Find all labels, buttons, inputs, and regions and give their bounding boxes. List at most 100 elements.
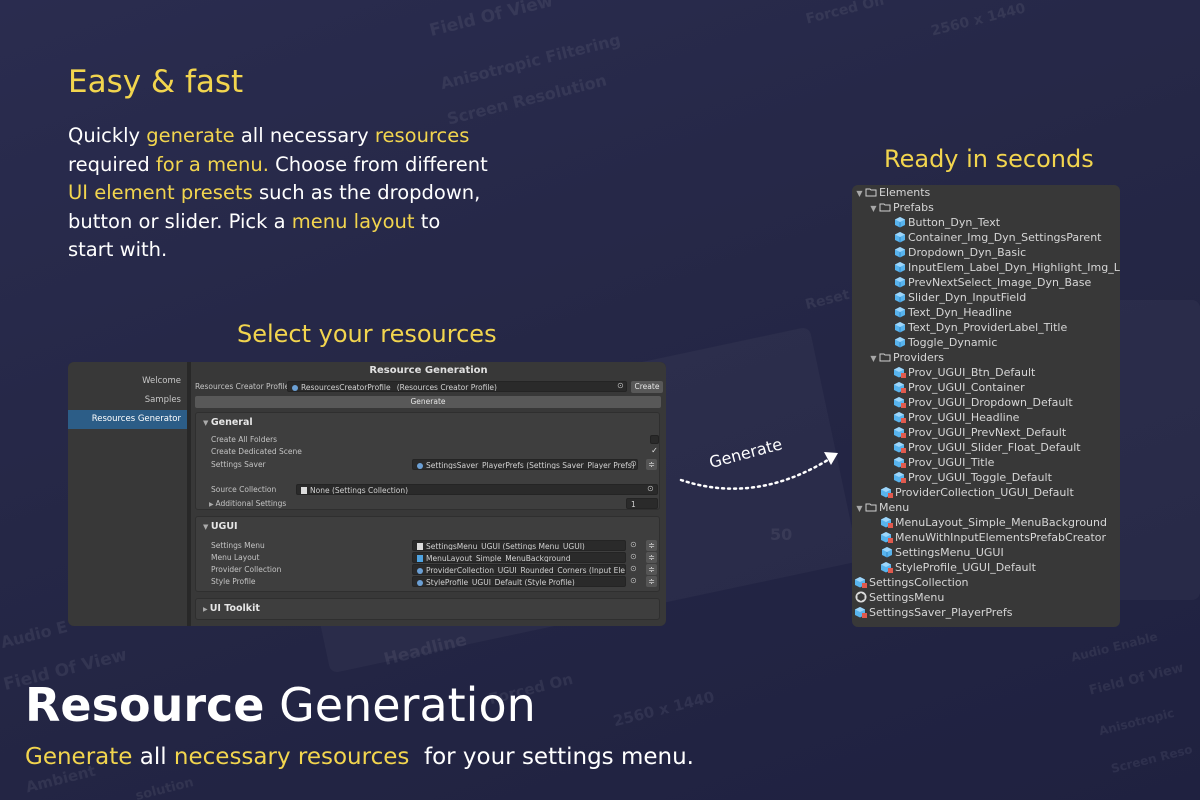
tree-item-prefab[interactable]: Slider_Dyn_InputField	[894, 290, 1026, 305]
style-profile-value: StyleProfile_UGUI_Default (Style Profile…	[426, 578, 575, 587]
file-icon	[417, 543, 423, 550]
tree-label: Elements	[879, 186, 931, 199]
open-folder-icon	[879, 353, 891, 362]
intro-text: all necessary	[234, 124, 375, 147]
additional-settings-foldout[interactable]: ▶ Additional Settings	[209, 499, 286, 508]
tree-item-prefab[interactable]: Button_Dyn_Text	[894, 215, 1000, 230]
editor-main-panel: Resource Generation Resources Creator Pr…	[191, 362, 666, 626]
object-picker-icon[interactable]: ⊙	[630, 552, 637, 561]
options-icon[interactable]: ≑	[646, 552, 657, 563]
intro-highlight: for a menu.	[155, 152, 269, 176]
ugui-section-header[interactable]: ▼ UGUI	[203, 521, 238, 532]
tree-label: PrevNextSelect_Image_Dyn_Base	[908, 276, 1092, 289]
create-all-folders-checkbox[interactable]	[650, 435, 659, 444]
sidebar-item-samples[interactable]: Samples	[68, 391, 187, 410]
provider-collection-field[interactable]: ProviderCollection_UGUI_Rounded_Corners …	[412, 564, 626, 575]
tree-label: Text_Dyn_Headline	[908, 306, 1012, 319]
tree-label: Prov_UGUI_Slider_Float_Default	[908, 441, 1081, 454]
resource-generation-heading: Resource Generation	[25, 678, 536, 732]
tree-item-provider[interactable]: Prov_UGUI_PrevNext_Default	[894, 425, 1066, 440]
prefab-variant-icon	[894, 457, 906, 468]
tree-item-provider[interactable]: Prov_UGUI_Btn_Default	[894, 365, 1035, 380]
expanded-arrow-icon: ▼	[856, 189, 863, 198]
options-icon[interactable]: ≑	[646, 576, 657, 587]
prefab-variant-icon	[855, 607, 867, 618]
additional-settings-label: Additional Settings	[215, 499, 287, 508]
tree-item-provider[interactable]: Prov_UGUI_Toggle_Default	[894, 470, 1052, 485]
background-ghost-text: Forced On	[804, 0, 886, 28]
options-icon[interactable]: ≑	[646, 459, 657, 470]
tree-item-provider[interactable]: Prov_UGUI_Container	[894, 380, 1025, 395]
object-picker-icon[interactable]: ⊙	[630, 540, 637, 549]
tree-item-root[interactable]: SettingsSaver_PlayerPrefs	[855, 605, 1012, 620]
tree-item-prefab[interactable]: PrevNextSelect_Image_Dyn_Base	[894, 275, 1091, 290]
source-collection-field[interactable]: None (Settings Collection)	[296, 484, 658, 495]
object-picker-icon[interactable]: ⊙	[630, 576, 637, 585]
create-all-folders-label: Create All Folders	[211, 435, 278, 444]
settings-saver-label: Settings Saver	[211, 460, 266, 469]
sidebar-item-resources-generator[interactable]: Resources Generator	[68, 410, 187, 429]
tree-item-menu[interactable]: MenuWithInputElementsPrefabCreator	[881, 530, 1106, 545]
tree-item-root[interactable]: SettingsCollection	[855, 575, 969, 590]
foldout-arrow-icon: ▶	[203, 606, 210, 613]
prefab-variant-icon	[894, 427, 906, 438]
ui-toolkit-title: UI Toolkit	[209, 603, 260, 614]
style-profile-field[interactable]: StyleProfile_UGUI_Default (Style Profile…	[412, 576, 626, 587]
menu-layout-field[interactable]: MenuLayout_Simple_MenuBackground	[412, 552, 626, 563]
create-button[interactable]: Create	[631, 381, 663, 393]
sidebar-item-welcome[interactable]: Welcome	[68, 372, 187, 391]
tree-folder-menu[interactable]: ▼ Menu	[854, 500, 909, 515]
settings-menu-field[interactable]: SettingsMenu_UGUI (Settings Menu_UGUI)	[412, 540, 626, 551]
tree-label: Prov_UGUI_Btn_Default	[908, 366, 1036, 379]
profile-field[interactable]: ResourcesCreatorProfile_ (Resources Crea…	[287, 381, 627, 392]
intro-text: Choose from different	[268, 152, 488, 176]
background-ghost-text: Screen Reso	[1109, 742, 1194, 776]
tree-item-menu[interactable]: StyleProfile_UGUI_Default	[881, 560, 1036, 575]
tree-item-provider[interactable]: Prov_UGUI_Slider_Float_Default	[894, 440, 1081, 455]
file-icon	[301, 487, 307, 494]
tree-item-menu[interactable]: SettingsMenu_UGUI	[881, 545, 1004, 560]
tree-label: Prov_UGUI_PrevNext_Default	[908, 426, 1067, 439]
object-picker-icon[interactable]: ⊙	[630, 459, 637, 468]
additional-settings-field[interactable]: 1	[626, 498, 658, 509]
tree-item-prefab[interactable]: Container_Img_Dyn_SettingsParent	[894, 230, 1101, 245]
tree-folder-prefabs[interactable]: ▼ Prefabs	[868, 200, 933, 215]
intro-text: required	[68, 152, 156, 176]
resource-generation-window: Welcome Samples Resources Generator Reso…	[68, 362, 666, 626]
tree-item-provider[interactable]: Prov_UGUI_Title	[894, 455, 994, 470]
tree-label: ProviderCollection_UGUI_Default	[895, 486, 1074, 499]
tree-item-prefab[interactable]: Text_Dyn_ProviderLabel_Title	[894, 320, 1067, 335]
create-dedicated-scene-checkbox[interactable]: ✓	[650, 447, 659, 456]
prefab-cube-icon	[894, 276, 906, 288]
options-icon[interactable]: ≑	[646, 540, 657, 551]
menu-layout-value: MenuLayout_Simple_MenuBackground	[426, 554, 571, 563]
tree-item-prefab[interactable]: Dropdown_Dyn_Basic	[894, 245, 1026, 260]
tree-item-provider-collection[interactable]: ProviderCollection_UGUI_Default	[881, 485, 1074, 500]
tree-item-menu[interactable]: MenuLayout_Simple_MenuBackground	[881, 515, 1107, 530]
background-ghost-text: 50	[770, 525, 793, 544]
tree-folder-providers[interactable]: ▼ Providers	[868, 350, 944, 365]
tree-item-provider[interactable]: Prov_UGUI_Headline	[894, 410, 1019, 425]
general-section-header[interactable]: ▼ General	[203, 417, 253, 428]
options-icon[interactable]: ≑	[646, 564, 657, 575]
tree-item-prefab[interactable]: Toggle_Dynamic	[894, 335, 997, 350]
tree-label: MenuWithInputElementsPrefabCreator	[895, 531, 1107, 544]
tree-item-provider[interactable]: Prov_UGUI_Dropdown_Default	[894, 395, 1073, 410]
ui-toolkit-section-header[interactable]: ▶ UI Toolkit	[203, 603, 260, 614]
tree-item-prefab[interactable]: InputElem_Label_Dyn_Highlight_Img_L	[894, 260, 1120, 275]
scriptable-object-icon	[417, 580, 423, 586]
ugui-section: ▼ UGUI Settings Menu SettingsMenu_UGUI (…	[195, 516, 660, 592]
provider-collection-label: Provider Collection	[211, 565, 282, 574]
prefab-variant-icon	[894, 412, 906, 423]
settings-saver-field[interactable]: SettingsSaver_PlayerPrefs (Settings Save…	[412, 459, 638, 470]
tree-item-root[interactable]: SettingsMenu	[855, 590, 944, 605]
object-picker-icon[interactable]: ⊙	[617, 381, 624, 390]
expanded-arrow-icon: ▼	[870, 354, 877, 363]
object-picker-icon[interactable]: ⊙	[630, 564, 637, 573]
tree-folder-elements[interactable]: ▼ Elements	[854, 185, 930, 200]
object-picker-icon[interactable]: ⊙	[647, 484, 654, 493]
background-ghost-text: Anisotropic	[1097, 705, 1176, 739]
tree-item-prefab[interactable]: Text_Dyn_Headline	[894, 305, 1012, 320]
generate-button[interactable]: Generate	[195, 396, 661, 408]
prefab-cube-icon	[881, 546, 893, 558]
